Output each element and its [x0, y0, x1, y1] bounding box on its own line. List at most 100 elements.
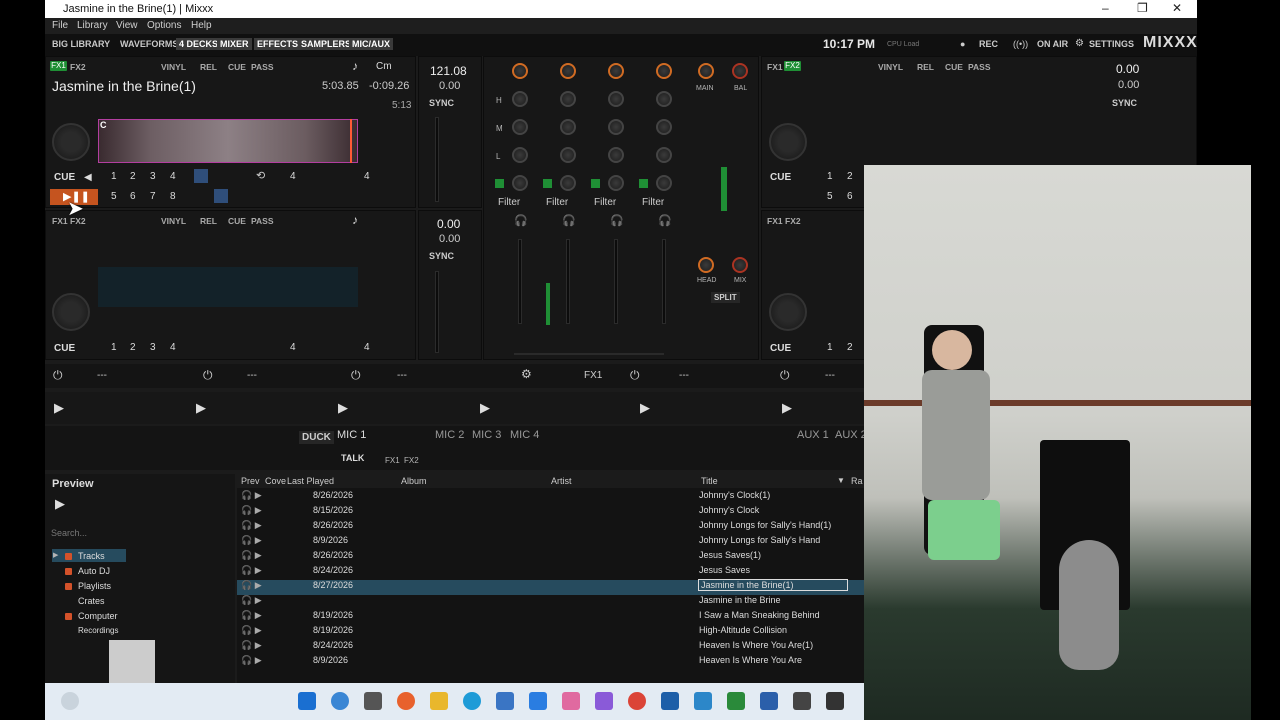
- gear-icon[interactable]: ⚙: [1075, 38, 1084, 49]
- deck1-sync-button[interactable]: SYNC: [429, 98, 454, 108]
- deck4-hotcue-1[interactable]: 1: [827, 342, 833, 353]
- sampler4-play-icon[interactable]: ▶: [480, 400, 490, 416]
- app-icon[interactable]: [529, 692, 547, 710]
- preview-icon[interactable]: 🎧 ▶: [241, 640, 262, 651]
- deck3-hotcue-3[interactable]: 3: [150, 342, 156, 353]
- deck4-hotcue-2[interactable]: 2: [847, 342, 853, 353]
- deck3-vinyl-button[interactable]: VINYL: [161, 216, 186, 226]
- preview-icon[interactable]: 🎧 ▶: [241, 490, 262, 501]
- ch4-volume-fader[interactable]: [662, 239, 666, 324]
- preview-icon[interactable]: 🎧 ▶: [241, 580, 262, 591]
- table-row[interactable]: 🎧 ▶ 8/26/2026 Johnny's Clock(1): [237, 490, 864, 505]
- sidebar-item-computer[interactable]: Computer: [78, 611, 118, 621]
- ch2-volume-fader[interactable]: [566, 239, 570, 324]
- settings-button[interactable]: SETTINGS: [1089, 39, 1134, 49]
- deck1-cue-button[interactable]: CUE: [54, 172, 75, 183]
- ch4-filter-knob[interactable]: [656, 175, 672, 191]
- preview-icon[interactable]: 🎧 ▶: [241, 610, 262, 621]
- ch1-eq-mid-knob[interactable]: [512, 119, 528, 135]
- deck1-hotcue-5[interactable]: 5: [111, 191, 117, 202]
- headphone-split-button[interactable]: SPLIT: [711, 292, 740, 303]
- deck3-hotcue-4[interactable]: 4: [170, 342, 176, 353]
- deck2-pass-button[interactable]: PASS: [968, 62, 991, 72]
- deck1-fx1-toggle[interactable]: FX1: [50, 61, 67, 71]
- copilot-icon[interactable]: [595, 692, 613, 710]
- table-row[interactable]: 🎧 ▶ 8/26/2026 Jesus Saves(1): [237, 550, 864, 565]
- table-row[interactable]: 🎧 ▶ 8/26/2026 Johnny Longs for Sally's Han…: [237, 520, 864, 535]
- deck1-beatjump-size[interactable]: 4: [364, 171, 370, 182]
- library-search-input[interactable]: Search...: [51, 528, 87, 538]
- sampler1-play-icon[interactable]: ▶: [54, 400, 64, 416]
- deck3-sync-button[interactable]: SYNC: [429, 251, 454, 261]
- ch1-eq-low-knob[interactable]: [512, 147, 528, 163]
- close-button[interactable]: ✕: [1172, 1, 1182, 15]
- fx-settings-gear-icon[interactable]: ⚙: [521, 367, 532, 381]
- ch4-gain-knob[interactable]: [656, 63, 672, 79]
- deck3-beatjump-size[interactable]: 4: [364, 342, 370, 353]
- sort-desc-icon[interactable]: ▼: [837, 476, 845, 485]
- sidebar-item-tracks[interactable]: Tracks: [78, 551, 105, 561]
- deck1-pass-button[interactable]: PASS: [251, 62, 274, 72]
- deck2-cue-button[interactable]: CUE: [770, 172, 791, 183]
- deck4-cue-button[interactable]: CUE: [770, 343, 791, 354]
- deck1-cue-mode[interactable]: CUE: [228, 62, 246, 72]
- 4-decks-button[interactable]: 4 DECKS: [176, 38, 222, 50]
- sampler6-play-icon[interactable]: ▶: [782, 400, 792, 416]
- preview-icon[interactable]: 🎧 ▶: [241, 535, 262, 546]
- col-title[interactable]: Title: [701, 476, 718, 486]
- crossfader[interactable]: [514, 353, 664, 355]
- table-row[interactable]: 🎧 ▶ 8/19/2026 High-Altitude Collision: [237, 625, 864, 640]
- menu-options[interactable]: Options: [147, 20, 181, 31]
- deck2-hotcue-2[interactable]: 2: [847, 171, 853, 182]
- expand-arrow-icon[interactable]: ▶: [53, 551, 58, 559]
- deck1-hotcue-6[interactable]: 6: [130, 191, 136, 202]
- preview-icon[interactable]: 🎧 ▶: [241, 550, 262, 561]
- preview-icon[interactable]: 🎧 ▶: [241, 595, 262, 606]
- deck3-pass-button[interactable]: PASS: [251, 216, 274, 226]
- ch4-eq-low-knob[interactable]: [656, 147, 672, 163]
- excel-icon[interactable]: [727, 692, 745, 710]
- fx-slot-1[interactable]: ---: [97, 370, 107, 381]
- mixer-button[interactable]: MIXER: [217, 38, 252, 50]
- table-row[interactable]: 🎧 ▶ 8/24/2026 Heaven Is Where You Are(1): [237, 640, 864, 655]
- paint-icon[interactable]: [562, 692, 580, 710]
- deck1-vinyl-button[interactable]: VINYL: [161, 62, 186, 72]
- duck-button[interactable]: DUCK: [299, 431, 334, 444]
- sidebar-item-playlists[interactable]: Playlists: [78, 581, 111, 591]
- sampler3-play-icon[interactable]: ▶: [338, 400, 348, 416]
- ch2-quick-effect-toggle[interactable]: [543, 179, 552, 188]
- samplers-button[interactable]: SAMPLERS: [298, 38, 355, 50]
- chrome-icon[interactable]: [628, 692, 646, 710]
- notepad-icon[interactable]: [694, 692, 712, 710]
- deck3-overview-waveform[interactable]: [98, 267, 358, 307]
- preview-icon[interactable]: 🎧 ▶: [241, 565, 262, 576]
- menu-library[interactable]: Library: [77, 20, 108, 31]
- ch3-gain-knob[interactable]: [608, 63, 624, 79]
- deck2-rel-button[interactable]: REL: [917, 62, 934, 72]
- deck1-hotcue-2[interactable]: 2: [130, 171, 136, 182]
- sampler5-play-icon[interactable]: ▶: [640, 400, 650, 416]
- ch3-filter-knob[interactable]: [608, 175, 624, 191]
- table-row[interactable]: 🎧 ▶ 8/9/2026 Heaven Is Where You Are: [237, 655, 864, 670]
- fx-slot-3[interactable]: ---: [397, 370, 407, 381]
- rec-dot-icon[interactable]: ●: [960, 39, 965, 49]
- minimize-button[interactable]: –: [1102, 1, 1109, 15]
- store-icon[interactable]: [496, 692, 514, 710]
- file-explorer-icon[interactable]: [430, 692, 448, 710]
- deck4-fx1-toggle[interactable]: FX1: [767, 216, 783, 226]
- deck1-hotcue-4[interactable]: 4: [170, 171, 176, 182]
- preview-icon[interactable]: 🎧 ▶: [241, 625, 262, 636]
- headphone-mix-knob[interactable]: [732, 257, 748, 273]
- preview-icon[interactable]: 🎧 ▶: [241, 655, 262, 666]
- main-gain-knob[interactable]: [698, 63, 714, 79]
- firefox-icon[interactable]: [397, 692, 415, 710]
- deck3-hotcue-2[interactable]: 2: [130, 342, 136, 353]
- sidebar-item-recordings[interactable]: Recordings: [78, 626, 118, 635]
- deck1-hotcue-8[interactable]: 8: [170, 191, 176, 202]
- deck1-fx2-toggle[interactable]: FX2: [70, 62, 86, 72]
- ch4-pfl-headphone-icon[interactable]: 🎧: [658, 214, 672, 227]
- deck2-sync-button[interactable]: SYNC: [1112, 98, 1137, 108]
- menu-file[interactable]: File: [52, 20, 68, 31]
- maximize-button[interactable]: ❐: [1137, 1, 1148, 15]
- deck2-vinyl-button[interactable]: VINYL: [878, 62, 903, 72]
